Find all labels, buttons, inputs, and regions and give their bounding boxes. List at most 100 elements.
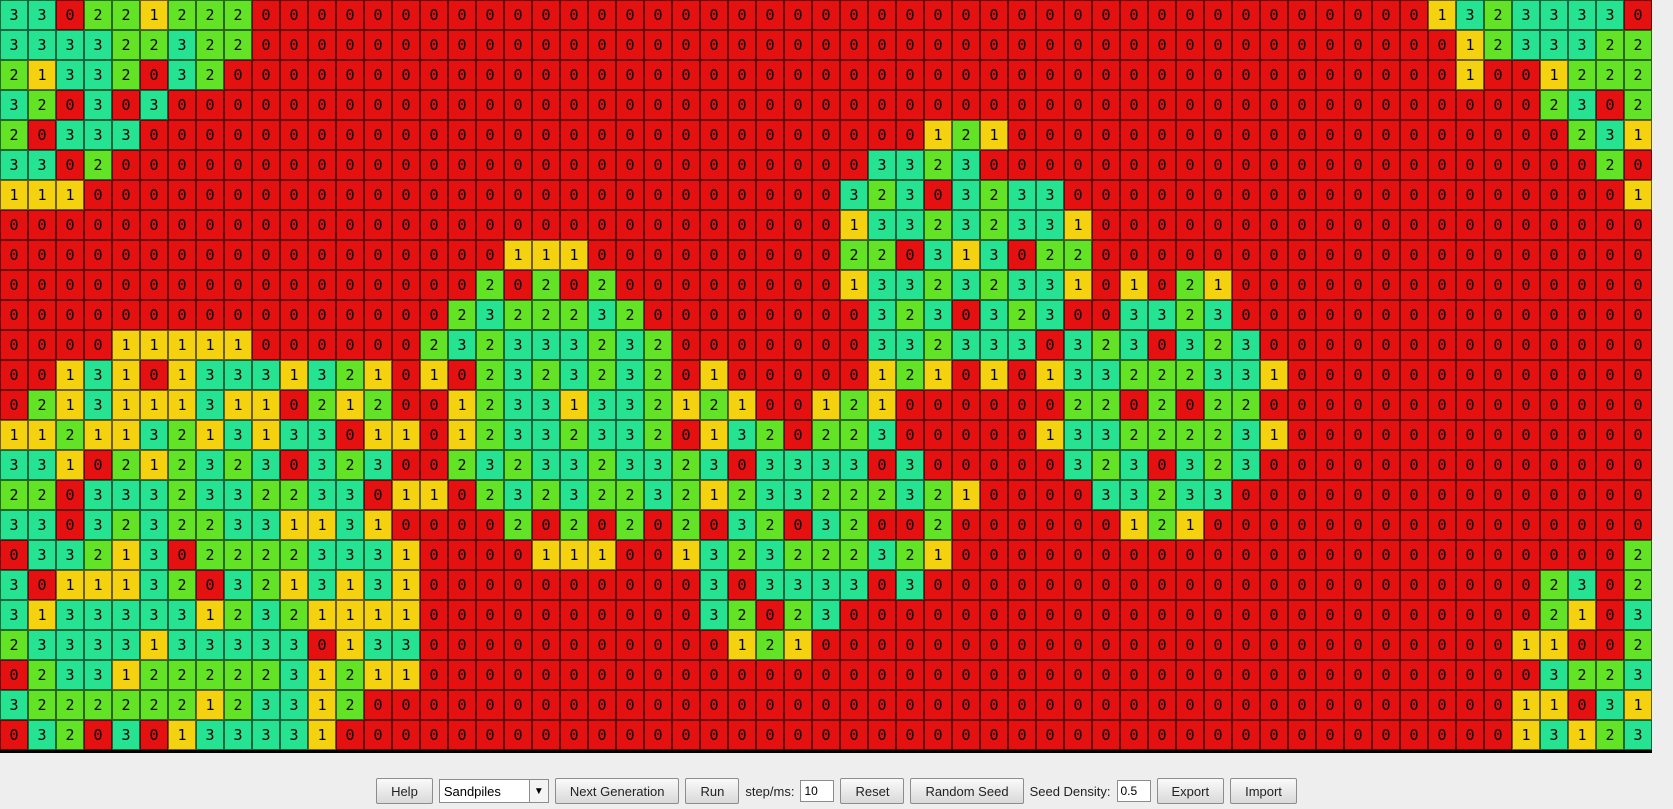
grid-cell[interactable]: 0 — [1036, 570, 1064, 600]
grid-cell[interactable]: 0 — [1400, 450, 1428, 480]
grid-cell[interactable]: 2 — [980, 180, 1008, 210]
grid-cell[interactable]: 2 — [1148, 390, 1176, 420]
grid-cell[interactable]: 3 — [588, 300, 616, 330]
grid-cell[interactable]: 0 — [644, 60, 672, 90]
grid-cell[interactable]: 3 — [868, 330, 896, 360]
grid-cell[interactable]: 0 — [448, 720, 476, 750]
grid-cell[interactable]: 0 — [1148, 150, 1176, 180]
grid-cell[interactable]: 0 — [532, 690, 560, 720]
grid-cell[interactable]: 3 — [336, 510, 364, 540]
grid-cell[interactable]: 3 — [1568, 570, 1596, 600]
grid-cell[interactable]: 0 — [532, 60, 560, 90]
grid-cell[interactable]: 0 — [1344, 600, 1372, 630]
grid-cell[interactable]: 2 — [896, 360, 924, 390]
grid-cell[interactable]: 0 — [1232, 60, 1260, 90]
grid-cell[interactable]: 0 — [196, 120, 224, 150]
grid-cell[interactable]: 0 — [980, 570, 1008, 600]
grid-cell[interactable]: 0 — [28, 120, 56, 150]
grid-cell[interactable]: 0 — [1512, 120, 1540, 150]
grid-cell[interactable]: 0 — [1400, 420, 1428, 450]
grid-cell[interactable]: 0 — [952, 0, 980, 30]
grid-cell[interactable]: 0 — [896, 390, 924, 420]
grid-cell[interactable]: 0 — [448, 510, 476, 540]
grid-cell[interactable]: 0 — [812, 660, 840, 690]
grid-cell[interactable]: 0 — [1260, 210, 1288, 240]
grid-cell[interactable]: 2 — [252, 480, 280, 510]
grid-cell[interactable]: 0 — [0, 540, 28, 570]
grid-cell[interactable]: 0 — [336, 210, 364, 240]
grid-cell[interactable]: 1 — [1120, 270, 1148, 300]
grid-cell[interactable]: 0 — [1064, 180, 1092, 210]
grid-cell[interactable]: 0 — [672, 240, 700, 270]
grid-cell[interactable]: 3 — [168, 600, 196, 630]
grid-cell[interactable]: 1 — [56, 390, 84, 420]
grid-cell[interactable]: 0 — [812, 720, 840, 750]
grid-cell[interactable]: 0 — [1176, 660, 1204, 690]
grid-cell[interactable]: 0 — [672, 360, 700, 390]
grid-cell[interactable]: 0 — [1624, 240, 1652, 270]
grid-cell[interactable]: 2 — [1148, 360, 1176, 390]
grid-cell[interactable]: 0 — [756, 360, 784, 390]
mode-select[interactable]: Sandpiles ▼ — [438, 779, 549, 803]
grid-cell[interactable]: 3 — [336, 540, 364, 570]
grid-cell[interactable]: 0 — [392, 390, 420, 420]
grid-cell[interactable]: 3 — [700, 570, 728, 600]
grid-cell[interactable]: 1 — [28, 600, 56, 630]
grid-cell[interactable]: 3 — [1092, 360, 1120, 390]
grid-cell[interactable]: 2 — [1064, 390, 1092, 420]
grid-cell[interactable]: 0 — [1596, 540, 1624, 570]
grid-cell[interactable]: 2 — [588, 480, 616, 510]
grid-cell[interactable]: 0 — [728, 570, 756, 600]
grid-cell[interactable]: 1 — [924, 360, 952, 390]
grid-cell[interactable]: 0 — [1512, 300, 1540, 330]
grid-cell[interactable]: 0 — [1344, 210, 1372, 240]
grid-cell[interactable]: 0 — [1484, 180, 1512, 210]
grid-cell[interactable]: 0 — [1512, 510, 1540, 540]
grid-cell[interactable]: 0 — [1428, 90, 1456, 120]
grid-cell[interactable]: 0 — [364, 0, 392, 30]
grid-cell[interactable]: 2 — [756, 510, 784, 540]
grid-cell[interactable]: 1 — [252, 390, 280, 420]
grid-cell[interactable]: 2 — [616, 300, 644, 330]
grid-cell[interactable]: 0 — [728, 660, 756, 690]
grid-cell[interactable]: 3 — [1008, 210, 1036, 240]
grid-cell[interactable]: 0 — [84, 270, 112, 300]
grid-cell[interactable]: 0 — [1344, 0, 1372, 30]
grid-cell[interactable]: 0 — [756, 390, 784, 420]
grid-cell[interactable]: 0 — [532, 510, 560, 540]
grid-cell[interactable]: 3 — [252, 600, 280, 630]
grid-cell[interactable]: 0 — [1260, 630, 1288, 660]
grid-cell[interactable]: 0 — [392, 300, 420, 330]
grid-cell[interactable]: 2 — [896, 540, 924, 570]
grid-cell[interactable]: 0 — [1456, 540, 1484, 570]
grid-cell[interactable]: 0 — [1036, 150, 1064, 180]
grid-cell[interactable]: 1 — [700, 360, 728, 390]
grid-cell[interactable]: 3 — [224, 630, 252, 660]
grid-cell[interactable]: 1 — [1540, 690, 1568, 720]
grid-cell[interactable]: 0 — [420, 30, 448, 60]
grid-cell[interactable]: 0 — [756, 210, 784, 240]
grid-cell[interactable]: 1 — [784, 630, 812, 660]
grid-cell[interactable]: 0 — [980, 390, 1008, 420]
grid-cell[interactable]: 0 — [1036, 330, 1064, 360]
grid-cell[interactable]: 0 — [280, 30, 308, 60]
grid-cell[interactable]: 0 — [616, 150, 644, 180]
grid-cell[interactable]: 0 — [1176, 390, 1204, 420]
grid-cell[interactable]: 0 — [280, 300, 308, 330]
grid-cell[interactable]: 0 — [504, 720, 532, 750]
grid-cell[interactable]: 1 — [196, 330, 224, 360]
grid-cell[interactable]: 1 — [1176, 510, 1204, 540]
grid-cell[interactable]: 0 — [1456, 480, 1484, 510]
grid-cell[interactable]: 0 — [1428, 60, 1456, 90]
grid-cell[interactable]: 2 — [924, 270, 952, 300]
grid-cell[interactable]: 0 — [1484, 330, 1512, 360]
grid-cell[interactable]: 0 — [1232, 690, 1260, 720]
grid-cell[interactable]: 0 — [420, 210, 448, 240]
grid-cell[interactable]: 0 — [700, 510, 728, 540]
grid-cell[interactable]: 2 — [1568, 60, 1596, 90]
grid-cell[interactable]: 0 — [476, 630, 504, 660]
grid-cell[interactable]: 0 — [280, 120, 308, 150]
grid-cell[interactable]: 0 — [1344, 60, 1372, 90]
grid-cell[interactable]: 0 — [420, 150, 448, 180]
grid-cell[interactable]: 3 — [140, 510, 168, 540]
